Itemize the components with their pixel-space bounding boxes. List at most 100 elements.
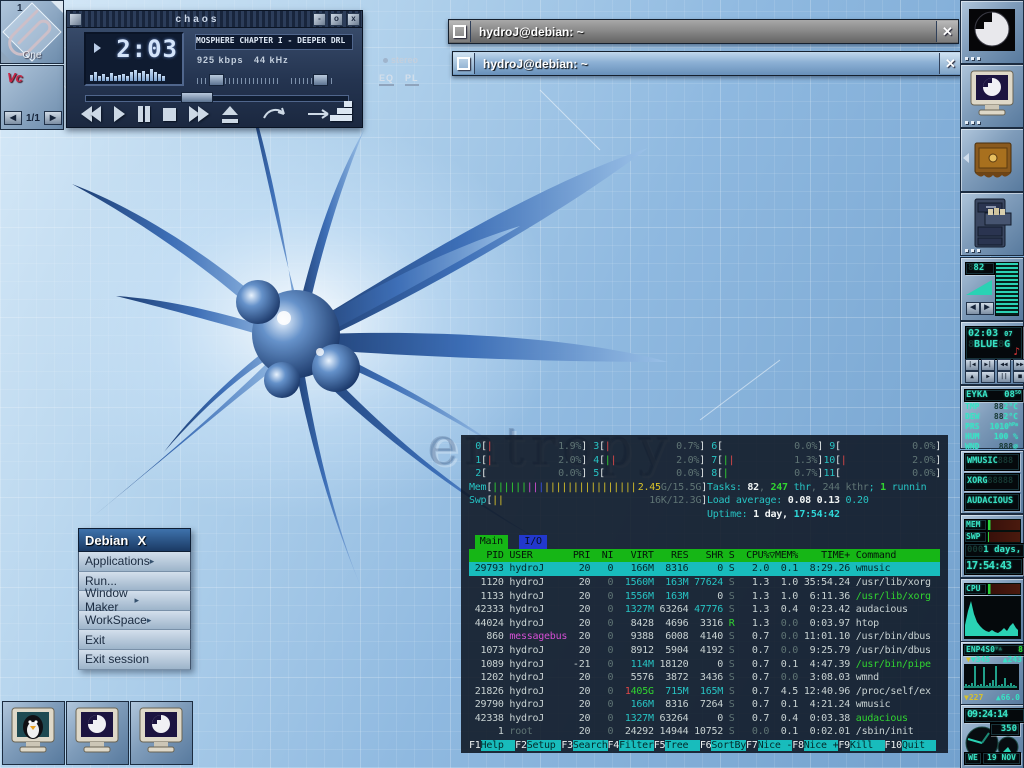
volume-wedge-icon[interactable] xyxy=(966,280,992,295)
next-button[interactable] xyxy=(189,106,209,122)
menu-close-icon[interactable]: X xyxy=(132,533,191,548)
wmusic-button[interactable]: |◀ xyxy=(965,359,979,371)
cpu-meter-bars xyxy=(487,467,558,481)
htop-process-row[interactable]: 29790 hydroJ 20 0 166M 8316 7264 S 0.7 0… xyxy=(469,698,940,712)
mixer-next-channel-button[interactable]: ▶ xyxy=(980,302,994,315)
wmusic-button[interactable]: ▶| xyxy=(981,359,995,371)
dock-tile-clock[interactable]: 09:24:14 350 WE 19 NOV xyxy=(960,704,1024,768)
htop-process-row[interactable]: 42333 hydroJ 20 0 1327M 63264 47776 S 1.… xyxy=(469,603,940,617)
menu-item-exit[interactable]: Exit xyxy=(78,630,191,650)
wmusic-button[interactable]: ■ xyxy=(1013,371,1024,383)
terminal-window-2-titlebar[interactable]: hydroJ@debian: ~ ✕ xyxy=(452,51,962,76)
htop-process-row[interactable]: 44024 hydroJ 20 0 8428 4696 3316 R 1.3 0… xyxy=(469,617,940,631)
track-title-marquee[interactable]: MOSPHERE CHAPTER I - DEEPER DRL xyxy=(195,34,353,50)
htop-process-row[interactable]: 1089 hydroJ -21 0 114M 18120 0 S 0.7 0.1… xyxy=(469,658,940,672)
wmusic-button[interactable]: ◀◀ xyxy=(997,359,1011,371)
play-button[interactable] xyxy=(114,106,125,122)
terminal-1-close-button[interactable]: ✕ xyxy=(936,21,958,42)
wmusic-button[interactable]: ▲ xyxy=(965,371,979,383)
eject-button[interactable] xyxy=(222,106,238,123)
dock-tile-terminal[interactable] xyxy=(960,64,1024,128)
menu-item-applications[interactable]: Applications▸ xyxy=(78,552,191,572)
audio-player-window: chaos - o x 2:03 MOSPHERE CHAPTER I - DE… xyxy=(66,10,363,128)
dock-tile-cpu-monitor[interactable]: CPU xyxy=(960,578,1024,642)
wmusic-button[interactable]: ▶▶ xyxy=(1013,359,1024,371)
htop-function-bar[interactable]: F1Help F2Setup F3SearchF4FilterF5Tree F6… xyxy=(469,739,940,753)
htop-line xyxy=(469,522,940,536)
htop-process-row[interactable]: 1133 hydroJ 20 0 1556M 163M 0 S 1.3 1.0 … xyxy=(469,590,940,604)
dock-tile-drawer[interactable] xyxy=(960,128,1024,192)
volume-knob[interactable] xyxy=(209,74,224,86)
uptime-clock: 17:54:43 xyxy=(964,558,1023,575)
pager-next-button[interactable]: ▶ xyxy=(44,111,62,125)
player-titlebar[interactable]: chaos - o x xyxy=(67,11,362,28)
cpu-meter-6: 6[0.0%] xyxy=(705,440,823,454)
stereo-led xyxy=(383,58,388,63)
menu-titlebar[interactable]: Debian X xyxy=(78,528,191,552)
player-close-button[interactable]: x xyxy=(347,13,360,26)
equalizer-button[interactable]: EQ xyxy=(379,73,394,86)
stop-button[interactable] xyxy=(163,108,176,121)
htop-process-row[interactable]: 1 root 20 0 24292 14944 10752 S 0.0 0.1 … xyxy=(469,725,940,739)
menu-item-workspace[interactable]: WorkSpace▸ xyxy=(78,611,191,631)
miniwindow-htop-terminal[interactable] xyxy=(2,701,65,765)
dock-tile-file-manager[interactable] xyxy=(960,192,1024,256)
htop-tab-main[interactable]: Main xyxy=(475,535,508,549)
htop-process-row[interactable]: 1120 hydroJ 20 0 1560M 163M 77624 S 1.3 … xyxy=(469,576,940,590)
pager-prev-button[interactable]: ◀ xyxy=(4,111,22,125)
shuffle-icon[interactable] xyxy=(261,105,287,123)
terminal-1-miniaturize-button[interactable] xyxy=(449,21,471,42)
terminal-window-1-titlebar[interactable]: hydroJ@debian: ~ ✕ xyxy=(448,19,959,44)
mixer-prev-channel-button[interactable]: ◀ xyxy=(966,302,980,315)
spacer xyxy=(469,508,707,522)
balance-slider[interactable] xyxy=(291,75,335,84)
htop-process-row[interactable]: 21826 hydroJ 20 0 1405G 715M 165M S 0.7 … xyxy=(469,685,940,699)
htop-window[interactable]: 0[|1.9%]3[|0.7%]6[0.0%]9[0.0%]1[|2.0%]4[… xyxy=(461,435,948,753)
player-menu-button[interactable] xyxy=(69,13,82,26)
pause-button[interactable] xyxy=(138,106,150,122)
balance-knob[interactable] xyxy=(313,74,328,86)
seek-knob[interactable] xyxy=(181,92,213,103)
cpu-meter-3: 3[|0.7%] xyxy=(587,440,705,454)
wmusic-button[interactable]: ▶ xyxy=(981,371,995,383)
terminal-1-title: hydroJ@debian: ~ xyxy=(471,25,936,39)
dock-tile-process-top[interactable]: WMUSIC888XORG88888AUDACIOUS xyxy=(960,450,1024,514)
player-minimize-button[interactable]: - xyxy=(313,13,326,26)
workspace-clip[interactable]: 1 One xyxy=(0,0,64,64)
miniwindow-terminal-1[interactable] xyxy=(66,701,129,765)
htop-header-row[interactable]: PID USER PRI NI VIRT RES SHR S CPU%▽MEM%… xyxy=(469,549,940,563)
pager-dockapp[interactable]: Vc ◀ 1/1 ▶ xyxy=(0,65,64,130)
spectrum-bar xyxy=(114,76,117,81)
previous-button[interactable] xyxy=(81,106,101,122)
htop-process-row[interactable]: 29793 hydroJ 20 0 166M 8316 0 S 2.0 0.1 … xyxy=(469,562,940,576)
htop-process-row[interactable]: 42338 hydroJ 20 0 1327M 63264 0 S 0.7 0.… xyxy=(469,712,940,726)
player-shade-button[interactable]: o xyxy=(330,13,343,26)
menu-item-exit-session[interactable]: Exit session xyxy=(78,650,191,670)
menu-item-window-maker[interactable]: Window Maker▸ xyxy=(78,591,191,611)
miniwindow-terminal-2[interactable] xyxy=(130,701,193,765)
dock-tile-wmusic[interactable]: 02:03 07 8BLUE8G ♪ |◀▶|◀◀▶▶ ▲▶||■ xyxy=(960,321,1024,385)
clip-prev-arrow[interactable] xyxy=(1,51,13,63)
playlist-button[interactable]: PL xyxy=(405,73,419,86)
seek-bar[interactable] xyxy=(85,95,349,102)
terminal-2-miniaturize-button[interactable] xyxy=(453,53,475,74)
dock-tile-gnustep[interactable] xyxy=(960,0,1024,64)
player-time-display[interactable]: 2:03 xyxy=(84,32,184,86)
cpu-meter-bars: || xyxy=(723,454,794,468)
htop-line: Mem[|||||||||||||||||||||||||2.45G/15.5G… xyxy=(469,481,940,495)
wmusic-button[interactable]: || xyxy=(997,371,1011,383)
tasks-summary: Tasks: 82, 247 thr, 244 kthr; 1 runnin xyxy=(707,481,926,495)
dock-tile-network-monitor[interactable]: ENP4S0 ▼▲ 8 ▼▼345 ▲243 ▼227 xyxy=(960,641,1024,705)
dock-tile-mixer[interactable]: 882 ◀ ▶ xyxy=(960,257,1024,321)
cpu-meter-bars: | xyxy=(841,454,912,468)
htop-process-row[interactable]: 1202 hydroJ 20 0 5576 3872 3436 S 0.7 0.… xyxy=(469,671,940,685)
htop-tab-io[interactable]: I/O xyxy=(519,535,546,549)
dock-tile-memory-monitor[interactable]: MEM SWP 0001 days, 17:54:43 xyxy=(960,514,1024,578)
spectrum-bar xyxy=(90,75,93,81)
htop-process-row[interactable]: 860 messagebus 20 0 9388 6008 4140 S 0.7… xyxy=(469,630,940,644)
clip-next-arrow[interactable] xyxy=(51,1,63,13)
htop-process-row[interactable]: 1073 hydroJ 20 0 8912 5904 4192 S 0.7 0.… xyxy=(469,644,940,658)
dock-tile-weather[interactable]: EYKA 0850 TMP882°CDEW882°CPRS1010hPaHUM1… xyxy=(960,385,1024,449)
volume-slider[interactable] xyxy=(197,75,279,84)
terminal-2-close-button[interactable]: ✕ xyxy=(939,53,961,74)
